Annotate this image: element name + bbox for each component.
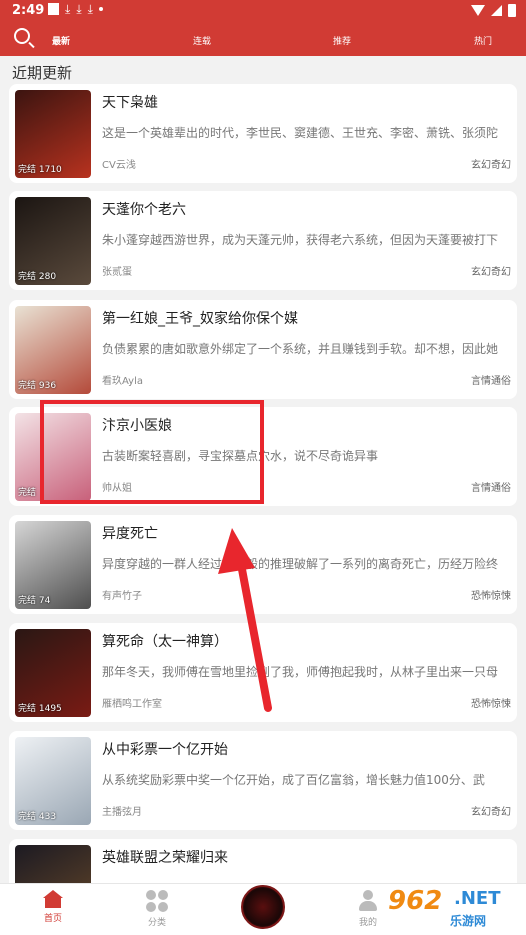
tab-mine[interactable]: 我的 — [348, 890, 388, 928]
user-icon — [359, 890, 377, 912]
tab-category[interactable]: 分类 — [137, 890, 177, 928]
grid-icon — [146, 890, 168, 912]
tab-mine-label: 我的 — [358, 918, 377, 928]
home-icon — [43, 890, 63, 908]
tab-home-label: 首页 — [43, 914, 62, 924]
annotation-arrow — [218, 528, 272, 712]
watermark-sub: 乐游网 — [450, 914, 487, 928]
now-playing-disc[interactable] — [241, 885, 285, 929]
watermark-number: 962 — [388, 886, 443, 916]
watermark-suffix: .NET — [454, 888, 501, 909]
watermark-logo: 962 .NET 乐游网 — [388, 886, 520, 930]
tab-home[interactable]: 首页 — [33, 890, 73, 924]
tab-category-label: 分类 — [147, 918, 166, 928]
